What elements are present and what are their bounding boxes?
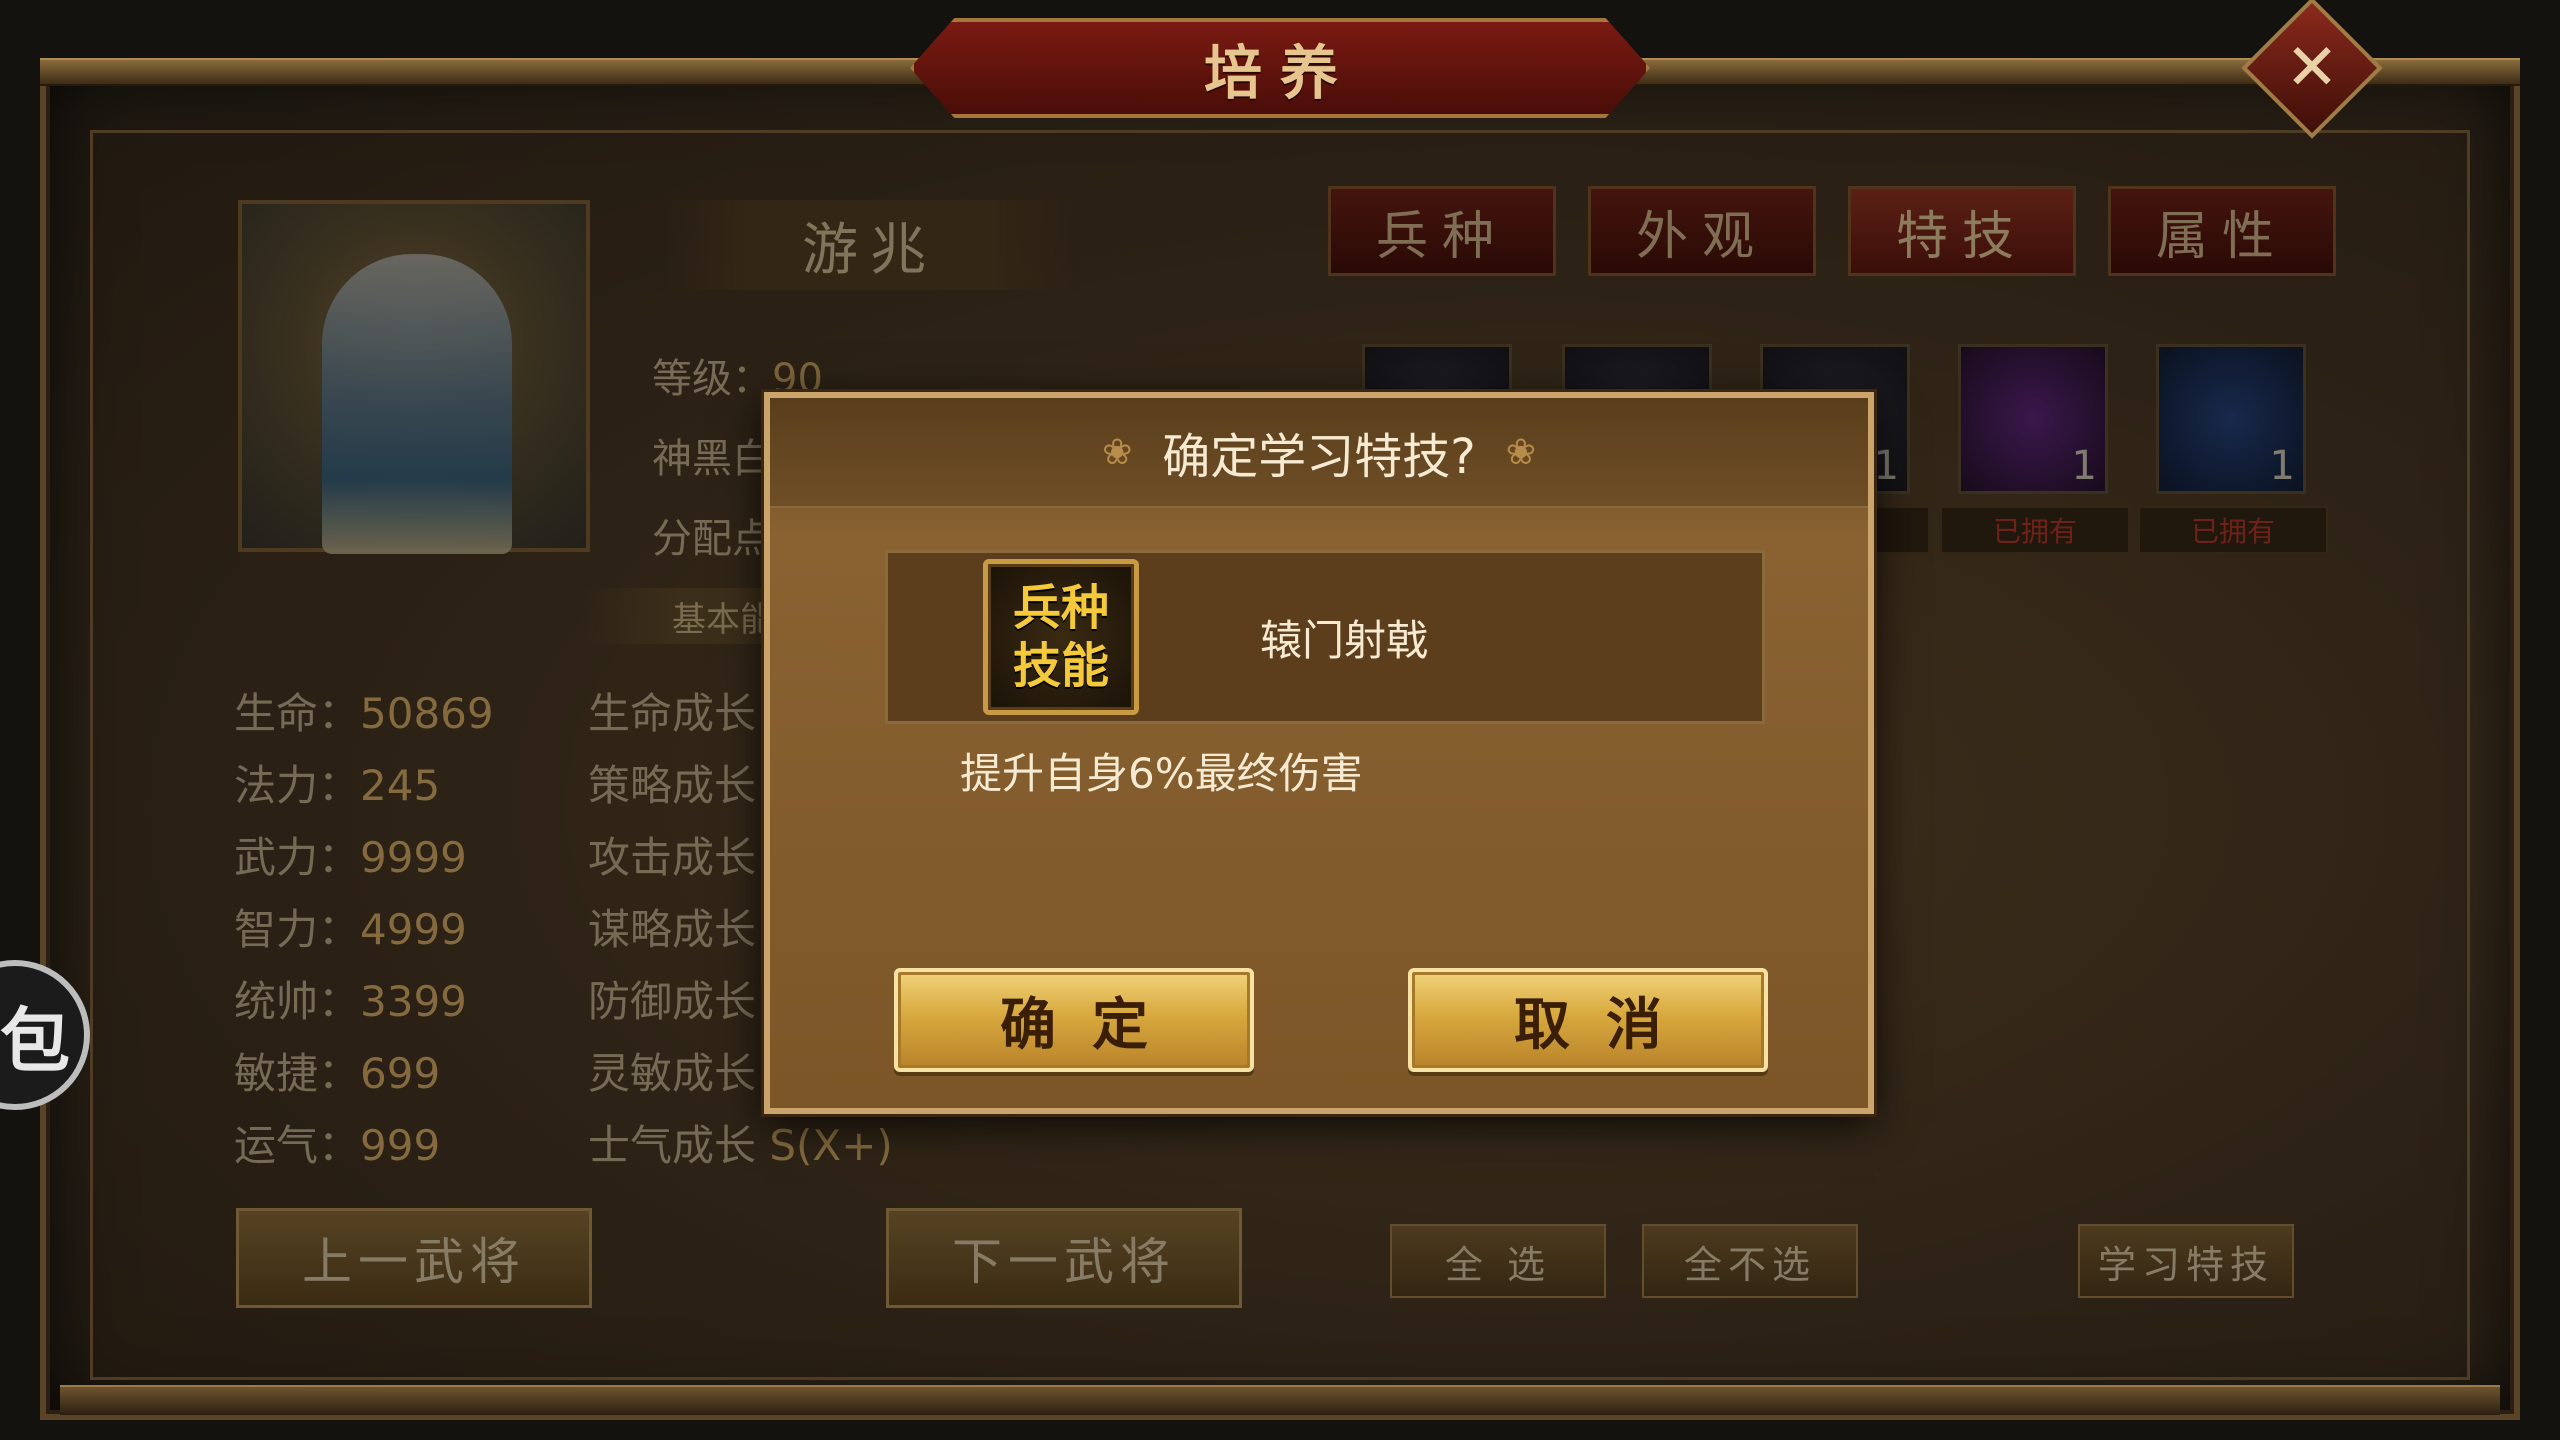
prev-hero-button[interactable]: 上一武将 [236,1208,592,1308]
stat-intelligence: 智力：4999 [234,905,467,954]
tab-attribute[interactable]: 属性 [2108,186,2336,276]
select-all-button[interactable]: 全 选 [1390,1224,1606,1298]
tab-appearance[interactable]: 外观 [1588,186,1816,276]
stat-hp: 生命：50869 [234,689,494,738]
next-hero-button[interactable]: 下一武将 [886,1208,1242,1308]
bag-icon: 包 [0,999,70,1082]
select-none-button[interactable]: 全不选 [1642,1224,1858,1298]
skill-slot[interactable]: 1 [2156,344,2306,494]
growth-agility: 灵敏成长 [588,1049,757,1098]
growth-strategy: 策略成长 [588,761,757,810]
stat-strength: 武力：9999 [234,833,467,882]
ornament-right-icon: ❀ [1505,431,1536,473]
growth-attack: 攻击成长 [588,833,757,882]
stat-agility: 敏捷：699 [234,1049,441,1098]
tab-skill[interactable]: 特技 [1848,186,2076,276]
skill-name: 辕门射戟 [1260,615,1429,665]
dialog-title: 确定学习特技? [1162,429,1476,485]
slot-owned-label: 已拥有 [1940,506,2130,554]
learn-skill-dialog: ❀ 确定学习特技? ❀ 兵种 技能 辕门射戟 提升自身6%最终伤害 确定 取消 [764,392,1874,1114]
learn-skill-button[interactable]: 学习特技 [2078,1224,2294,1298]
hero-figure [322,254,512,554]
growth-defense: 防御成长 [588,977,757,1026]
growth-hp: 生命成长 [588,689,757,738]
hero-portrait [238,200,590,554]
hero-name-plate: 游兆 [660,200,1080,290]
dialog-header: ❀ 确定学习特技? ❀ [770,398,1868,508]
tab-troop[interactable]: 兵种 [1328,186,1556,276]
growth-tactics: 谋略成长 [588,905,757,954]
stat-mp: 法力：245 [234,761,441,810]
troop-skill-icon: 兵种 技能 [983,559,1139,715]
hero-points-line: 分配点 [652,516,772,562]
window-title-text: 培养 [1203,39,1356,107]
hero-name: 游兆 [802,217,938,283]
bottom-rail [60,1385,2500,1415]
growth-morale: 士气成长 S(X+) [588,1121,893,1170]
window-title: 培养 [910,18,1650,118]
ornament-left-icon: ❀ [1102,431,1133,473]
slot-owned-label: 已拥有 [2138,506,2328,554]
hero-info-line: 神黑白 [652,436,772,482]
stat-luck: 运气：999 [234,1121,441,1170]
stat-command: 统帅：3399 [234,977,467,1026]
skill-row: 兵种 技能 辕门射戟 [885,550,1765,724]
cancel-button[interactable]: 取消 [1408,968,1768,1072]
close-icon: ✕ [2285,31,2339,105]
skill-description: 提升自身6%最终伤害 [960,749,1363,798]
skill-slot[interactable]: 1 [1958,344,2108,494]
confirm-button[interactable]: 确定 [894,968,1254,1072]
